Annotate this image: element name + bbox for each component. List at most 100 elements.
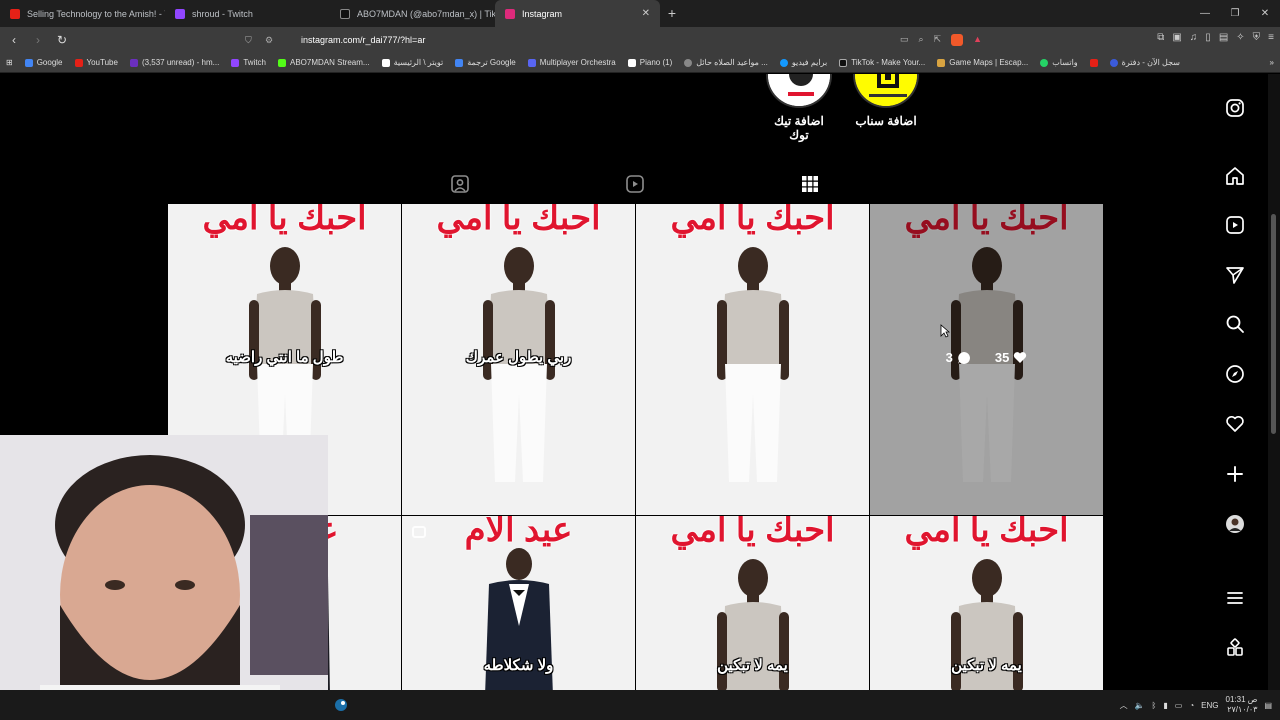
bookmark-translate[interactable]: ترجمة Google xyxy=(449,58,522,67)
browser-toolbar: ‹ › ↻ ⛉ ⚙ instagram.com/r_dai777/?hl=ar … xyxy=(0,27,1280,53)
bookmark-tiktok[interactable]: TikTok - Make Your... xyxy=(833,58,931,67)
profile-avatar[interactable] xyxy=(1225,514,1245,534)
language-indicator[interactable]: ENG xyxy=(1201,701,1218,710)
tab-tiktok[interactable]: ABO7MDAN (@abo7mdan_x) | TikTok xyxy=(330,0,495,27)
address-bar[interactable]: ⛉ ⚙ instagram.com/r_dai777/?hl=ar ▭ ⌕ ⇱ … xyxy=(245,29,990,51)
direct-messages-icon[interactable] xyxy=(1225,265,1245,285)
instagram-side-nav xyxy=(1222,74,1248,690)
network-icon[interactable]: ▭ xyxy=(1175,701,1183,710)
bluetooth-icon[interactable]: ᛒ xyxy=(1152,701,1157,710)
sidebar-icon[interactable]: ▯ xyxy=(1205,32,1211,43)
streamer-face xyxy=(0,435,328,720)
highlight-snap[interactable]: اضافة سناب xyxy=(850,74,922,128)
reels-icon[interactable] xyxy=(1225,215,1245,235)
post-tile[interactable]: احبك يا امي يمه لا تبكين xyxy=(636,516,869,690)
model-figure xyxy=(482,247,555,482)
leo-icon[interactable]: ✧ xyxy=(1236,32,1244,43)
bookmark-google[interactable]: Google xyxy=(19,58,69,67)
post-tile[interactable]: احبك يا امي يمه لا تبكين xyxy=(870,516,1103,690)
highlight-cover xyxy=(766,74,832,108)
post-heading: عيد الام xyxy=(464,516,573,549)
wallet-icon[interactable]: ▤ xyxy=(1219,32,1228,43)
microphone-icon[interactable]: ▮ xyxy=(1163,701,1167,710)
bookmark-youtube[interactable]: YouTube xyxy=(69,58,124,67)
bookmark-piano[interactable]: Piano (1) xyxy=(622,58,678,67)
menu-icon[interactable]: ≡ xyxy=(1268,32,1274,43)
url-text[interactable]: instagram.com/r_dai777/?hl=ar xyxy=(301,35,425,45)
restore-button[interactable]: ❐ xyxy=(1220,8,1250,19)
post-tile[interactable]: احبك يا امي ربي يطول عمرك xyxy=(402,204,635,515)
instagram-icon xyxy=(505,8,515,19)
post-tile-hovered[interactable]: احبك يا امي 3 35 xyxy=(870,204,1103,515)
screenshot-icon[interactable]: ▣ xyxy=(1172,32,1181,43)
also-from-meta-icon[interactable] xyxy=(1225,638,1245,658)
share-icon[interactable]: ⇱ xyxy=(934,34,942,46)
tab-twitch[interactable]: shroud - Twitch xyxy=(165,0,330,27)
reload-icon[interactable]: ↻ xyxy=(52,33,72,47)
clock[interactable]: 01:31 ص ٢٧/١٠/٠٣ xyxy=(1226,695,1258,715)
bookmark-youtube-2[interactable] xyxy=(1084,58,1104,67)
bookmark-gamemaps[interactable]: Game Maps | Escap... xyxy=(931,58,1034,67)
kick-icon xyxy=(277,58,286,67)
post-tile-reel[interactable]: عيد الام ولا شكلاطه xyxy=(402,516,635,690)
more-menu-icon[interactable] xyxy=(1225,588,1245,608)
bookmark-prayer[interactable]: مواعيد الصلاه حائل ... xyxy=(678,58,774,67)
scrollbar-thumb[interactable] xyxy=(1271,214,1276,434)
post-caption: ولا شكلاطه xyxy=(483,657,554,674)
tab-title: ABO7MDAN (@abo7mdan_x) | TikTok xyxy=(357,8,495,19)
tagged-tab-icon[interactable] xyxy=(450,174,470,194)
volume-icon[interactable]: 🔈 xyxy=(1135,701,1145,710)
media-icon[interactable]: ♫ xyxy=(1190,32,1198,43)
notifications-heart-icon[interactable] xyxy=(1225,414,1245,434)
bookmark-orchestra[interactable]: Multiplayer Orchestra xyxy=(522,58,622,67)
bookmark-label: Game Maps | Escap... xyxy=(949,58,1029,67)
globe-icon xyxy=(684,58,693,67)
close-window-button[interactable]: ✕ xyxy=(1250,8,1280,19)
instagram-logo-icon[interactable] xyxy=(1225,98,1245,118)
reels-tab-icon[interactable] xyxy=(625,174,645,194)
tab-youtube[interactable]: Selling Technology to the Amish! - Yo xyxy=(0,0,165,27)
bookmark-prime[interactable]: برايم فيديو xyxy=(774,58,833,67)
highlight-tiktok[interactable]: اضافة تيك توك xyxy=(763,74,835,142)
bookmark-label: واتساب xyxy=(1052,58,1078,67)
wifi-icon[interactable]: ◔ xyxy=(1189,701,1194,710)
bookmark-mail[interactable]: (3,537 unread) - hm... xyxy=(124,58,225,67)
forward-icon[interactable]: › xyxy=(28,33,48,47)
extensions-icon[interactable]: ⧉ xyxy=(1157,32,1164,43)
post-stats: 3 35 xyxy=(870,350,1103,365)
site-info-icon[interactable]: ⚙ xyxy=(265,35,285,46)
vpn-icon[interactable]: ⛨ xyxy=(1253,32,1261,43)
explore-icon[interactable] xyxy=(1225,364,1245,384)
brave-shield-icon[interactable] xyxy=(951,34,964,46)
new-tab-button[interactable]: + xyxy=(660,5,684,27)
bookmark-whatsapp[interactable]: واتساب xyxy=(1034,58,1083,67)
translate-icon xyxy=(455,58,464,67)
search-icon[interactable] xyxy=(1225,314,1245,334)
tab-close-icon[interactable]: ✕ xyxy=(642,8,650,19)
apps-icon[interactable]: ⊞ xyxy=(0,58,19,67)
tray-overflow-icon[interactable]: ︿ xyxy=(1120,700,1128,711)
home-icon[interactable] xyxy=(1225,166,1245,186)
zoom-icon[interactable]: ⌕ xyxy=(918,34,923,46)
bookmark-twitch[interactable]: Twitch xyxy=(225,58,272,67)
steam-icon[interactable] xyxy=(334,698,348,712)
bookmarks-overflow-icon[interactable]: » xyxy=(1264,58,1280,67)
post-tile[interactable]: احبك يا امي xyxy=(636,204,869,515)
youtube-icon xyxy=(74,58,83,67)
bookmark-x[interactable]: تويتر \ الرئيسية xyxy=(376,58,450,67)
bookmark-icon[interactable]: ⛉ xyxy=(245,35,265,46)
streamer-webcam xyxy=(0,435,328,720)
posts-grid-tab-icon[interactable] xyxy=(800,174,820,194)
page-scrollbar[interactable] xyxy=(1268,74,1280,690)
minimize-button[interactable]: — xyxy=(1190,8,1220,19)
notifications-icon[interactable]: ▤ xyxy=(1264,701,1272,710)
comment-count: 3 xyxy=(946,350,971,365)
bookmark-label: Piano (1) xyxy=(639,58,673,67)
back-icon[interactable]: ‹ xyxy=(4,33,24,47)
create-plus-icon[interactable] xyxy=(1225,464,1245,484)
bookmark-kick[interactable]: ABO7MDAN Stream... xyxy=(272,58,376,67)
tab-instagram[interactable]: Instagram ✕ xyxy=(495,0,660,27)
cast-icon[interactable]: ▭ xyxy=(900,34,909,46)
brave-rewards-icon[interactable]: ▲ xyxy=(973,34,982,46)
bookmark-daftra[interactable]: سجل الآن - دفترة xyxy=(1104,58,1186,67)
